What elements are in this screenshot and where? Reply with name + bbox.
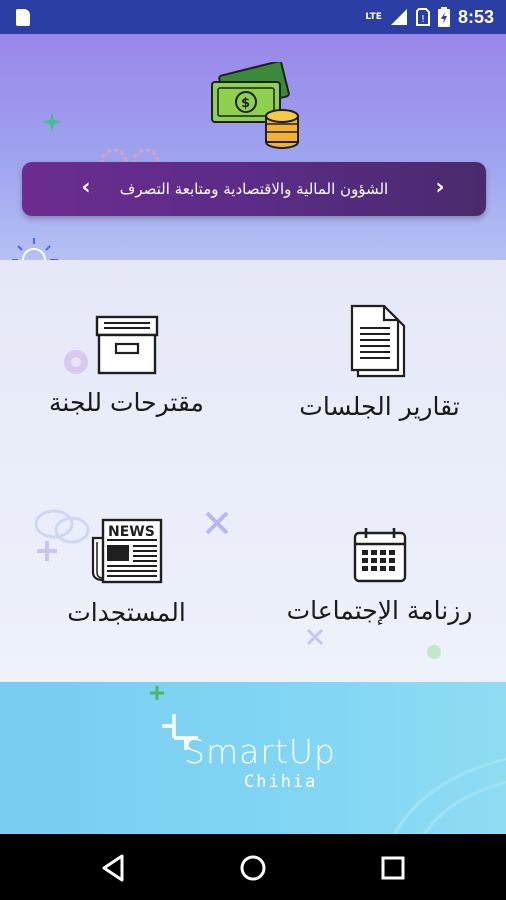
- archive-box-icon: [95, 315, 158, 375]
- no-sim-icon: !: [415, 8, 430, 26]
- footer-brand: SmartUp Chihia: [0, 682, 506, 834]
- svg-text:$: $: [241, 96, 250, 111]
- newspaper-title: NEWS: [108, 524, 155, 540]
- hero-header: $ ‹ الشؤون المالية والاقتصادية ومتابعة ا…: [0, 34, 506, 260]
- dot-decoration-icon: [427, 645, 441, 659]
- sparkle-decoration-icon: [150, 686, 164, 700]
- logo-subtext: Chihia: [244, 772, 318, 792]
- banner-next-button[interactable]: ›: [420, 162, 460, 216]
- banner-title: الشؤون المالية والاقتصادية ومتابعة التصر…: [119, 180, 389, 198]
- system-navigation-bar: [0, 834, 506, 900]
- tile-label: رزنامة الإجتماعات: [286, 596, 473, 625]
- home-icon[interactable]: [233, 848, 273, 888]
- tile-label: تقارير الجلسات: [299, 392, 460, 421]
- smartup-logo: SmartUp Chihia: [160, 706, 360, 796]
- tile-committee-proposals[interactable]: مقترحات للجنة: [0, 314, 253, 417]
- calendar-icon: [353, 528, 406, 583]
- battery-charging-icon: [437, 7, 450, 27]
- sim-card-icon: [16, 9, 30, 26]
- newspaper-icon: NEWS: [91, 518, 162, 584]
- money-icon: $: [211, 62, 299, 149]
- wave-decoration-icon: [392, 757, 506, 834]
- tile-label: المستجدات: [67, 598, 186, 627]
- section-banner: ‹ الشؤون المالية والاقتصادية ومتابعة الت…: [22, 162, 486, 216]
- back-icon[interactable]: [94, 848, 134, 888]
- lightbulb-decoration-icon: [12, 238, 58, 260]
- tile-news-updates[interactable]: NEWS المستجدات: [0, 518, 253, 627]
- tile-label: مقترحات للجنة: [49, 388, 204, 417]
- document-icon: [350, 304, 405, 378]
- logo-text: SmartUp: [184, 732, 336, 771]
- menu-grid: تقارير الجلسات مقترحات للجنة رزنامة الإج…: [0, 260, 506, 682]
- cross-decoration-icon: [306, 628, 324, 646]
- recents-icon[interactable]: [373, 848, 413, 888]
- tile-session-reports[interactable]: تقارير الجلسات: [253, 304, 506, 421]
- signal-icon: [390, 9, 407, 25]
- sparkle-decoration-icon: [42, 112, 62, 132]
- status-bar: LTE ! 8:53: [0, 0, 506, 34]
- tile-meetings-calendar[interactable]: رزنامة الإجتماعات: [253, 526, 506, 625]
- svg-text:!: !: [421, 14, 425, 25]
- clock: 8:53: [457, 6, 494, 27]
- network-type: LTE: [365, 12, 382, 22]
